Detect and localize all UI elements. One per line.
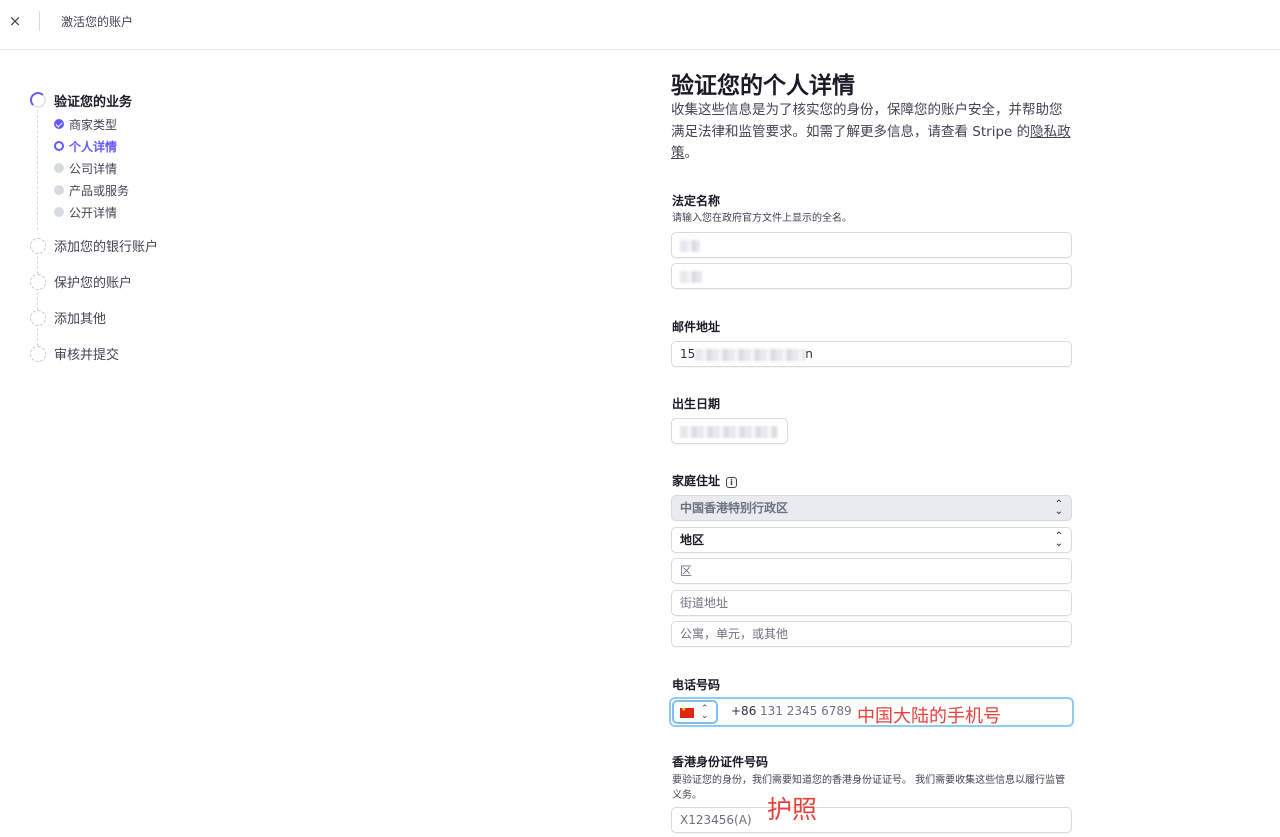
pending-step-icon [30,274,46,290]
email-value-prefix: 15 [680,347,696,361]
intro-end: 。 [684,145,699,161]
apartment-input[interactable]: 公寓，单元，或其他 [671,621,1072,647]
current-step-icon [54,141,64,151]
check-icon [54,119,64,129]
hkid-placeholder: X123456(A) [680,813,752,827]
redacted-value [680,270,702,283]
district-placeholder: 区 [680,564,693,578]
pending-step-icon [30,346,46,362]
pending-dot-icon [54,207,64,217]
step-progress-icon [30,92,46,108]
email-label: 邮件地址 [672,320,721,334]
apartment-placeholder: 公寓，单元，或其他 [680,627,789,641]
pending-dot-icon [54,185,64,195]
phone-label: 电话号码 [672,678,721,692]
substep-company-details: 公司详情 [69,162,118,176]
dob-label: 出生日期 [672,397,721,411]
hkid-input[interactable]: X123456(A) [671,807,1072,833]
last-name-input[interactable] [671,263,1072,289]
step-connector [37,292,38,310]
page-title: 验证您的个人详情 [671,73,855,99]
pending-step-icon [30,238,46,254]
substep-products-services: 产品或服务 [69,184,130,198]
top-divider [39,11,40,31]
pending-dot-icon [54,163,64,173]
email-value-suffix: n [805,347,813,361]
step-add-other: 添加其他 [54,312,107,327]
home-address-label: 家庭住址 i [672,472,738,489]
first-name-input[interactable] [671,232,1072,258]
redacted-value [695,348,806,361]
info-icon[interactable]: i [726,477,738,488]
country-value: 中国香港特别行政区 [680,501,789,515]
pending-step-icon [30,310,46,326]
substep-merchant-type[interactable]: 商家类型 [69,116,117,133]
substep-public-details: 公开详情 [69,206,118,220]
step-connector [37,328,38,346]
close-icon[interactable]: × [6,10,24,32]
legal-name-help: 请输入您在政府官方文件上显示的全名。 [672,213,852,224]
redacted-value [680,239,700,252]
district-input[interactable]: 区 [671,558,1072,584]
street-address-input[interactable]: 街道地址 [671,590,1072,616]
chevron-updown-icon: ⌃ ⌄ [1054,531,1063,549]
redacted-value [680,425,778,438]
page-header-title: 激活您的账户 [61,15,134,29]
passport-annotation: 护照 [767,795,818,824]
chevron-updown-icon: ⌃ ⌄ [701,704,709,721]
step-verify-business[interactable]: 验证您的业务 [54,91,132,110]
step-connector [37,256,38,274]
intro-body: 收集这些信息是为了核实您的身份，保障您的账户安全，并帮助您满足法律和监管要求。如… [671,102,1063,140]
street-placeholder: 街道地址 [680,596,729,610]
dob-input[interactable] [671,418,788,444]
chevron-updown-icon: ⌃ ⌄ [1054,499,1063,517]
phone-country-code: +86 [731,704,757,718]
region-select[interactable]: 地区 ⌃ ⌄ [671,527,1072,553]
substep-personal-details[interactable]: 个人详情 [69,138,117,155]
phone-annotation: 中国大陆的手机号 [857,706,1001,727]
step-review-submit: 审核并提交 [54,348,120,363]
email-input[interactable]: 15 n [671,341,1072,367]
china-flag-icon [680,706,694,718]
country-select[interactable]: 中国香港特别行政区 ⌃ ⌄ [671,495,1072,521]
step-connector [37,110,38,230]
intro-text: 收集这些信息是为了核实您的身份，保障您的账户安全，并帮助您满足法律和监管要求。如… [671,100,1071,165]
step-add-bank-account: 添加您的银行账户 [54,240,159,255]
region-value: 地区 [680,533,705,547]
hkid-help: 要验证您的身份，我们需要知道您的香港身份证证号。 我们需要收集这些信息以履行监管… [672,775,1066,801]
legal-name-label: 法定名称 [672,194,721,208]
step-secure-account: 保护您的账户 [54,276,133,291]
phone-country-select[interactable]: ⌃⌄ [672,700,718,724]
top-bar: × 激活您的账户 [0,0,1280,50]
home-address-label-text: 家庭住址 [672,474,721,488]
phone-input[interactable]: 131 2345 6789 [760,704,852,718]
hkid-label: 香港身份证件号码 [672,755,769,769]
